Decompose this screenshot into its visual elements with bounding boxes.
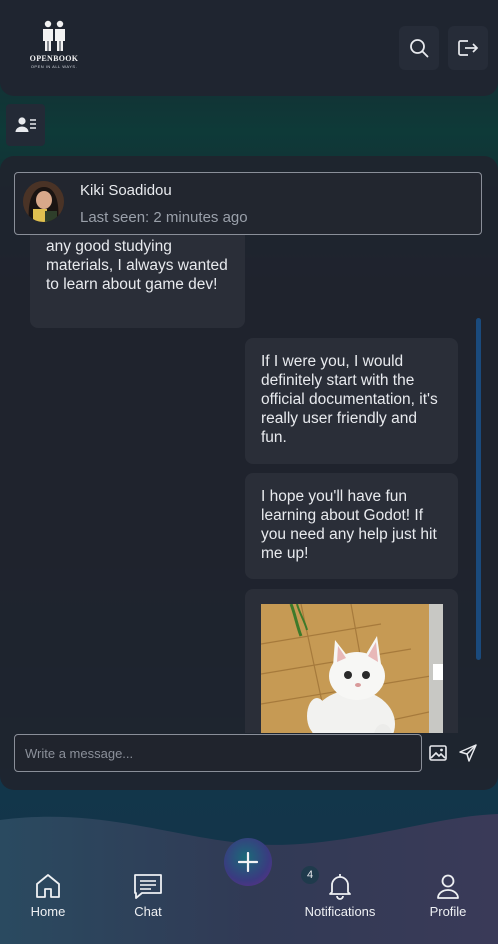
contacts-list-button[interactable] [6, 104, 45, 146]
profile-icon [437, 874, 459, 899]
last-seen-status: Last seen: 2 minutes ago [80, 209, 248, 226]
search-button[interactable] [399, 26, 439, 70]
message-bubble-image [245, 589, 458, 733]
logo-figures-icon [43, 20, 65, 51]
message-input[interactable] [14, 734, 422, 772]
message-bubble-sent: If I were you, I would definitely start … [245, 338, 458, 464]
top-bar: OPENBOOK OPEN IN ALL WAYS. [0, 0, 498, 96]
chat-contact-header[interactable]: Kiki Soadidou Last seen: 2 minutes ago [14, 172, 482, 235]
message-text: I hope you'll have fun learning about Go… [261, 488, 437, 562]
avatar-photo [23, 181, 64, 222]
nav-profile-label: Profile [429, 904, 467, 919]
message-list[interactable]: any good studying materials, I always wa… [0, 235, 498, 733]
openbook-logo[interactable]: OPENBOOK OPEN IN ALL WAYS. [26, 20, 82, 76]
nav-chat[interactable]: Chat [108, 872, 188, 919]
notifications-count-badge: 4 [301, 866, 319, 884]
logo-tagline: OPEN IN ALL WAYS. [30, 64, 78, 69]
create-post-button[interactable] [224, 838, 272, 886]
bell-icon [329, 874, 351, 900]
message-list-scrollbar[interactable] [476, 318, 481, 660]
attach-image-button[interactable] [428, 743, 448, 763]
message-bubble-received: any good studying materials, I always wa… [30, 235, 245, 328]
contact-avatar[interactable] [23, 181, 64, 222]
logout-button[interactable] [448, 26, 488, 70]
logo-wordmark: OPENBOOK [29, 54, 79, 63]
image-icon [429, 745, 447, 761]
nav-notifications-label: Notifications [304, 904, 376, 919]
send-button[interactable] [458, 743, 478, 763]
message-text: any good studying materials, I always wa… [46, 238, 228, 293]
nav-chat-label: Chat [134, 904, 162, 919]
logout-icon [458, 40, 479, 56]
send-icon [459, 744, 477, 762]
message-bubble-sent: I hope you'll have fun learning about Go… [245, 473, 458, 579]
nav-home-label: Home [30, 904, 66, 919]
nav-home[interactable]: Home [8, 872, 88, 919]
search-icon [410, 39, 429, 58]
message-text: If I were you, I would definitely start … [261, 353, 438, 446]
home-icon [36, 874, 60, 898]
chat-icon [134, 874, 162, 899]
contacts-list-icon [15, 117, 36, 132]
contact-name[interactable]: Kiki Soadidou [80, 182, 172, 199]
plus-icon [238, 852, 258, 872]
white-cat-photo[interactable] [260, 603, 444, 733]
nav-profile[interactable]: Profile [408, 872, 488, 919]
